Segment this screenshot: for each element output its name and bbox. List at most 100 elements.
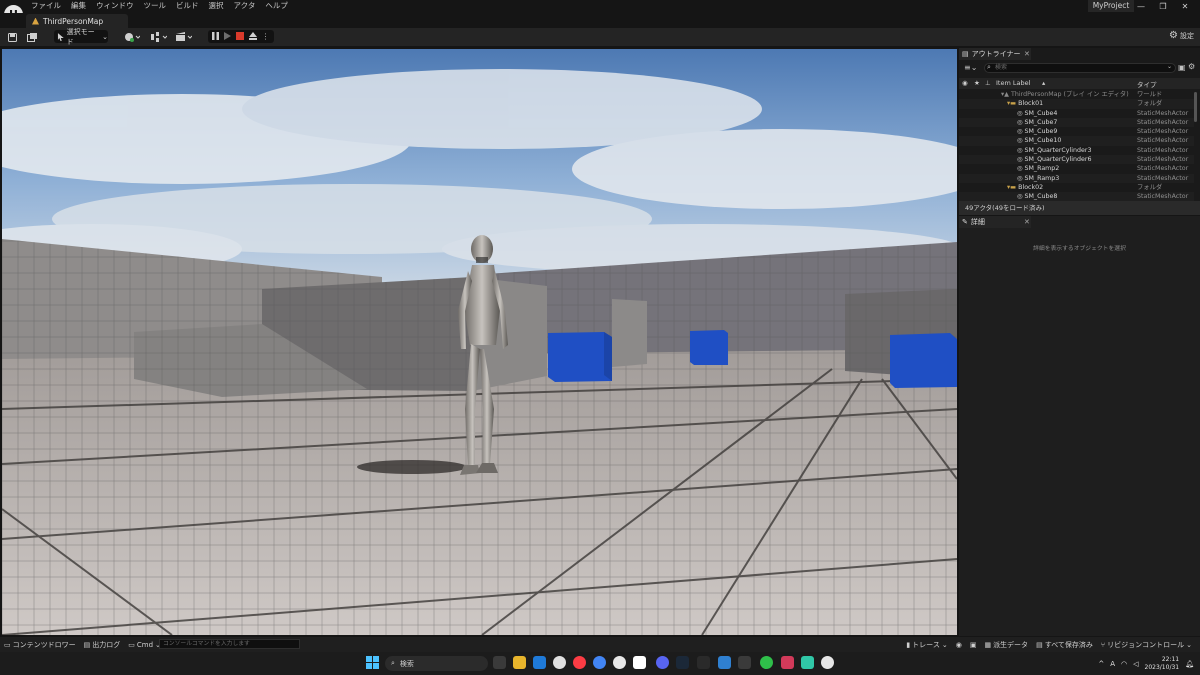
stop-icon[interactable] (235, 31, 244, 42)
file-explorer-icon[interactable] (513, 656, 526, 669)
explorer-icon[interactable] (738, 656, 751, 669)
outliner-row[interactable]: ◎ SM_Ramp2 StaticMeshActor (959, 164, 1194, 173)
menu-select[interactable]: 選択 (204, 0, 229, 13)
epic-games-icon[interactable] (697, 656, 710, 669)
filter-icon[interactable]: ≡⌄ (964, 63, 977, 72)
taskbar-search[interactable]: ⌕ 検索 (385, 656, 488, 671)
add-actor-icon[interactable] (122, 30, 142, 44)
menu-tools[interactable]: ツール (139, 0, 172, 13)
close-icon[interactable]: ✕ (1024, 48, 1030, 60)
app-icon[interactable] (613, 656, 626, 669)
speaker-icon[interactable]: ◁ (1133, 660, 1138, 668)
close-icon[interactable]: ✕ (1024, 216, 1030, 228)
outliner-scrollbar[interactable] (1194, 92, 1197, 122)
steam-icon[interactable] (676, 656, 689, 669)
menu-edit[interactable]: 編集 (66, 0, 91, 13)
music-icon[interactable] (573, 656, 586, 669)
record-icon[interactable]: ◉ (952, 637, 966, 652)
tab-outliner[interactable]: ▤ アウトライナー (959, 48, 1031, 60)
outliner-row[interactable]: ◎ SM_Cube4 StaticMeshActor (959, 109, 1194, 118)
details-tab-label: 詳細 (970, 218, 985, 226)
blue-cube-2[interactable] (690, 330, 728, 365)
outliner-tree: ▾▲ ThirdPersonMap (プレイ イン エディタ) ワールド ▾▬ Bl… (959, 90, 1194, 204)
selection-mode-dropdown[interactable]: 選択モード ⌄ (54, 28, 108, 46)
level-viewport[interactable] (2, 49, 957, 635)
blue-cube-3[interactable] (890, 333, 957, 388)
tab-details[interactable]: ✎ 詳細 (959, 216, 1031, 228)
eye-icon[interactable]: ◉ (962, 79, 968, 87)
camera-icon[interactable]: ▣ (966, 637, 981, 652)
minimize-button[interactable]: — (1130, 0, 1152, 13)
derived-data-button[interactable]: ▦ 派生データ (980, 637, 1032, 652)
menu-build[interactable]: ビルド (171, 0, 204, 13)
content-drawer-button[interactable]: ▭ コンテンツドロワー (0, 637, 80, 652)
gear-icon[interactable]: ⚙ (1188, 62, 1195, 71)
static-mesh-icon: ◎ (1017, 118, 1025, 126)
close-button[interactable]: ✕ (1174, 0, 1196, 13)
outliner-row[interactable]: ◎ SM_QuarterCylinder3 StaticMeshActor (959, 146, 1194, 155)
play-icon[interactable] (224, 31, 232, 42)
store-icon[interactable] (533, 656, 546, 669)
trace-button[interactable]: ▮ トレース ⌄ (902, 637, 951, 652)
outliner-header: ◉ ★ ⊥ Item Label ▴ タイプ (959, 78, 1200, 89)
outliner-row[interactable]: ◎ SM_Ramp3 StaticMeshActor (959, 173, 1194, 183)
chrome-icon[interactable] (593, 656, 606, 669)
blue-cube-1[interactable] (548, 332, 612, 382)
star-icon[interactable]: ★ (974, 79, 980, 87)
outliner-row[interactable]: ◎ SM_Cube10 StaticMeshActor (959, 136, 1194, 146)
clock[interactable]: 22:11 2023/10/31 (1145, 656, 1180, 672)
search-icon: ⌕ (987, 63, 991, 71)
static-mesh-icon: ◎ (1017, 109, 1025, 117)
main-toolbar: 選択モード ⌄ ⋮ ⚙ 設定 (0, 28, 1200, 46)
tray-caret[interactable]: ^ (1098, 660, 1104, 668)
outliner-row-label: SM_Cube10 (1024, 137, 1062, 145)
revision-control-button[interactable]: ⑂ リビジョンコントロール ⌄ (1097, 637, 1196, 652)
col-type[interactable]: タイプ (1137, 79, 1157, 89)
viewport-scene (2, 49, 957, 635)
network-icon[interactable]: ◠ (1121, 660, 1127, 668)
app-icon-3[interactable] (801, 656, 814, 669)
add-folder-icon[interactable]: ▣ (1178, 63, 1186, 72)
line-icon[interactable] (760, 656, 773, 669)
outliner-row[interactable]: ▾▲ ThirdPersonMap (プレイ イン エディタ) ワールド (959, 90, 1194, 99)
pin-icon[interactable]: ⊥ (985, 79, 991, 87)
settings-button[interactable]: ⚙ 設定 (1169, 30, 1194, 41)
ime-indicator[interactable]: A (1110, 660, 1115, 668)
chat-icon[interactable] (553, 656, 566, 669)
col-item-label[interactable]: Item Label (996, 79, 1030, 87)
console-command-input[interactable]: コンソールコマンドを入力します (159, 639, 300, 649)
content-browser-icon[interactable] (26, 30, 38, 44)
outliner-row-label: SM_Cube9 (1024, 128, 1058, 136)
unreal-taskbar-icon[interactable] (821, 656, 834, 669)
menu-actor[interactable]: アクタ (229, 0, 261, 13)
menu-help[interactable]: ヘルプ (260, 0, 293, 13)
menu-window[interactable]: ウィンドウ (91, 0, 139, 13)
pause-icon[interactable] (212, 31, 220, 42)
blueprint-icon[interactable] (149, 30, 169, 44)
vscode-icon[interactable] (718, 656, 731, 669)
notification-icon[interactable]: 🔔︎ (1185, 660, 1194, 668)
chevron-down-icon[interactable]: ⌄ (1167, 63, 1172, 70)
task-view-icon[interactable] (493, 656, 506, 669)
maximize-button[interactable]: ❐ (1152, 0, 1174, 13)
save-icon[interactable] (6, 30, 18, 44)
discord-icon[interactable] (656, 656, 669, 669)
static-mesh-icon: ◎ (1017, 128, 1025, 136)
menu-file[interactable]: ファイル (26, 0, 66, 13)
more-options-icon[interactable]: ⋮ (262, 32, 270, 41)
cinematics-icon[interactable] (174, 30, 194, 44)
notion-icon[interactable] (633, 656, 646, 669)
outliner-row[interactable]: ◎ SM_Cube7 StaticMeshActor (959, 117, 1194, 128)
eject-icon[interactable] (248, 31, 257, 42)
save-all-button[interactable]: ▤ すべて保存済み (1032, 637, 1097, 652)
outliner-row[interactable]: ▾▬ Block01 フォルダ (959, 99, 1194, 109)
app-icon-2[interactable] (781, 656, 794, 669)
chevron-down-icon: ⌄ (102, 32, 108, 41)
windows-start-icon[interactable] (366, 656, 379, 669)
outliner-search-input[interactable]: 検索 (984, 63, 1176, 73)
outliner-row[interactable]: ◎ SM_QuarterCylinder6 StaticMeshActor (959, 155, 1194, 165)
output-log-button[interactable]: ▤ 出力ログ (80, 637, 125, 652)
outliner-row[interactable]: ◎ SM_Cube9 StaticMeshActor (959, 127, 1194, 136)
outliner-row[interactable]: ▾▬ Block02 フォルダ (959, 183, 1194, 192)
terminal-icon: ▭ (128, 640, 135, 649)
